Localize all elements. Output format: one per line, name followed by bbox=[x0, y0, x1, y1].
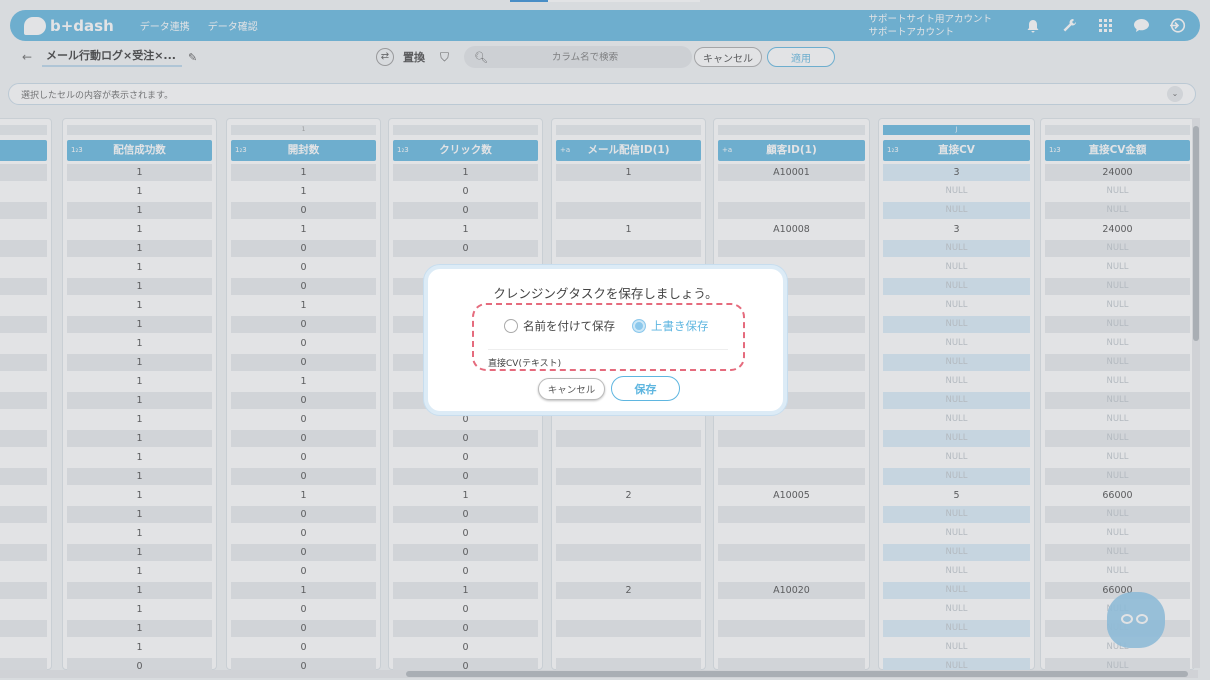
save-options-highlight: 名前を付けて保存 上書き保存 直接CV(テキスト) bbox=[472, 303, 745, 371]
radio-checked-icon bbox=[632, 319, 646, 333]
save-task-dialog: クレンジングタスクを保存しましょう。 名前を付けて保存 上書き保存 直接CV(テ… bbox=[424, 265, 787, 415]
radio-save-as-label: 名前を付けて保存 bbox=[523, 319, 615, 333]
radio-unchecked-icon bbox=[504, 319, 518, 333]
dialog-cancel-button[interactable]: キャンセル bbox=[538, 378, 605, 400]
dialog-message: クレンジングタスクを保存しましょう。 bbox=[493, 286, 718, 301]
radio-overwrite[interactable]: 上書き保存 bbox=[632, 318, 709, 334]
radio-save-as[interactable]: 名前を付けて保存 bbox=[504, 318, 615, 334]
radio-overwrite-label: 上書き保存 bbox=[651, 319, 709, 333]
dialog-save-button[interactable]: 保存 bbox=[611, 376, 680, 401]
task-name-field[interactable]: 直接CV(テキスト) bbox=[488, 349, 728, 369]
